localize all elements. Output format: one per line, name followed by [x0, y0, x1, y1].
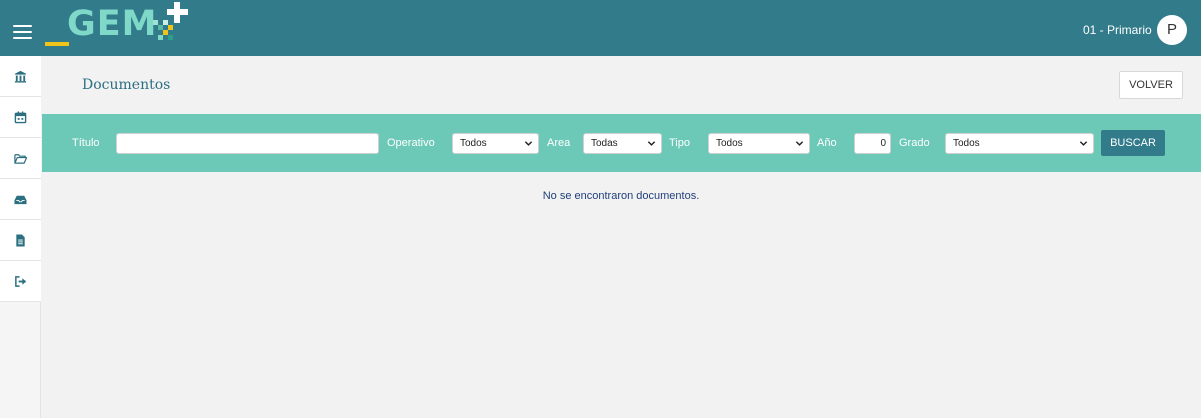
logo-text: GEM [67, 4, 158, 44]
sidebar-item-calendar[interactable] [0, 97, 41, 138]
menu-icon[interactable] [13, 25, 32, 40]
chevron-down-icon [1079, 141, 1088, 146]
titulo-label: Título [72, 137, 100, 149]
back-button[interactable]: VOLVER [1119, 71, 1183, 99]
anio-input[interactable] [854, 133, 891, 154]
operativo-select[interactable]: Todos [452, 133, 539, 154]
grado-select[interactable]: Todos [945, 133, 1094, 154]
page-title: Documentos [82, 77, 171, 93]
chevron-down-icon [524, 141, 533, 146]
chevron-down-icon [795, 141, 804, 146]
sidebar-item-logout[interactable] [0, 261, 41, 302]
top-bar: GEM 01 - Primario P [0, 0, 1201, 56]
user-label[interactable]: 01 - Primario [1083, 23, 1152, 37]
sidebar-item-document[interactable] [0, 220, 41, 261]
grado-label: Grado [899, 137, 930, 149]
area-select[interactable]: Todas [583, 133, 662, 154]
tipo-label: Tipo [669, 137, 690, 149]
search-button[interactable]: BUSCAR [1101, 130, 1165, 156]
folder-open-icon [14, 153, 27, 164]
area-label: Area [547, 137, 571, 149]
sidebar [0, 56, 41, 418]
chevron-down-icon [647, 141, 656, 146]
anio-label: Año [817, 137, 837, 149]
calendar-icon [14, 110, 27, 123]
filter-bar: Título Operativo Todos Area Todas Tipo T… [42, 114, 1201, 172]
logo-underscore [45, 42, 69, 46]
school-icon [14, 70, 27, 83]
sign-out-icon [15, 275, 27, 287]
empty-results-message: No se encontraron documentos. [542, 190, 700, 202]
sidebar-item-folder[interactable] [0, 138, 41, 179]
tipo-select[interactable]: Todos [708, 133, 810, 154]
document-icon [16, 233, 25, 247]
titulo-input[interactable] [116, 133, 379, 154]
operativo-label: Operativo [387, 137, 435, 149]
avatar[interactable]: P [1157, 15, 1187, 45]
gem-logo[interactable]: GEM [45, 2, 195, 50]
sidebar-item-school[interactable] [0, 56, 41, 97]
